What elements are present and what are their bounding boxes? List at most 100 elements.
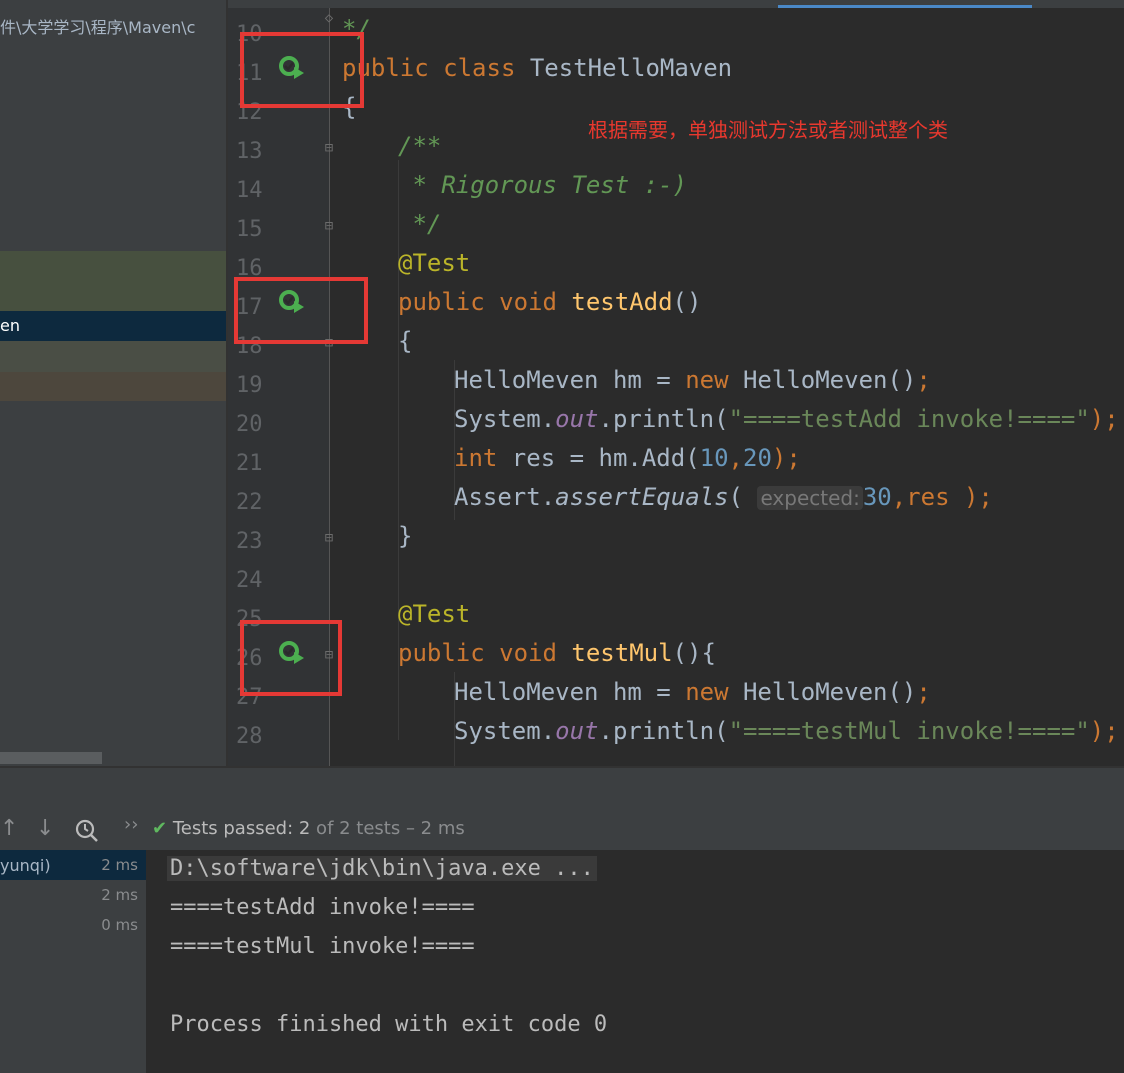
code-line[interactable]: @Test [398, 248, 470, 278]
code-line[interactable]: HelloMeven hm = new HelloMeven(); [454, 365, 931, 395]
test-duration: 2 ms [101, 886, 138, 904]
code-line[interactable]: System.out.println("====testAdd invoke!=… [454, 404, 1119, 434]
code-line[interactable]: * Rigorous Test :-) [398, 170, 687, 200]
project-path: 件\大学学习\程序\Maven\c [0, 18, 196, 37]
fold-marker-icon[interactable]: ⊟ [322, 140, 336, 156]
fold-marker-icon[interactable]: ◇ [322, 10, 336, 26]
test-duration: 2 ms [101, 856, 138, 874]
console-line: ====testMul invoke!==== [170, 934, 475, 959]
fold-marker-icon[interactable]: ⊟ [322, 218, 336, 234]
code-token: (){ [672, 639, 716, 667]
keyword: int [454, 444, 512, 472]
line-number: 24 [236, 568, 263, 593]
keyword: public class [342, 54, 530, 82]
code-token: ); [1089, 405, 1119, 433]
code-token: HelloMeven hm = [454, 678, 686, 706]
code-token: .println( [598, 717, 729, 745]
status-detail: of 2 tests – 2 ms [310, 818, 465, 839]
fold-marker-icon[interactable]: ⊟ [322, 530, 336, 546]
test-row[interactable]: 2 ms [0, 880, 146, 910]
check-icon: ✔ [152, 818, 168, 839]
code-token: , [728, 444, 743, 472]
code-line[interactable]: System.out.println("====testMul invoke!=… [454, 716, 1119, 746]
code-token: res = hm.Add( [511, 444, 700, 472]
method-name: assertEquals [555, 483, 729, 511]
code-line[interactable]: Assert.assertEquals( expected: 30,res ); [454, 482, 993, 513]
clock-search-icon[interactable] [74, 818, 100, 844]
tree-row[interactable] [0, 372, 228, 401]
number-literal: 20 [743, 444, 772, 472]
code-line[interactable]: { [398, 326, 412, 356]
code-token: HelloMeven() [742, 366, 917, 394]
tree-item-label[interactable]: en [0, 316, 20, 335]
project-panel: 件\大学学习\程序\Maven\c en [0, 0, 228, 766]
code-line[interactable]: HelloMeven hm = new HelloMeven(); [454, 677, 931, 707]
run-tool-window: ↑ ↓ ›› ✔ Tests passed: 2 of 2 tests – 2 … [0, 766, 1124, 1073]
line-number: 14 [236, 178, 263, 203]
line-number: 20 [236, 412, 263, 437]
tree-row[interactable] [0, 251, 228, 311]
passed-count: 2 [298, 818, 311, 839]
code-token: System. [454, 405, 556, 433]
code-token: ); [771, 444, 801, 472]
test-duration: 0 ms [101, 916, 138, 934]
console-line: Process finished with exit code 0 [170, 1012, 608, 1037]
code-token: ; [916, 678, 931, 706]
line-number: 22 [236, 490, 263, 515]
line-number: 23 [236, 529, 263, 554]
field-name: out [555, 717, 599, 745]
line-number: 13 [236, 139, 263, 164]
tool-window-border[interactable] [0, 766, 1124, 768]
test-row[interactable]: yunqi) 2 ms [0, 850, 146, 880]
test-name: yunqi) [0, 856, 51, 875]
code-token: () [672, 288, 702, 316]
method-name: testMul [571, 639, 673, 667]
arrow-up-icon[interactable]: ↑ [0, 816, 18, 841]
highlight-box [234, 277, 368, 344]
active-tab-indicator [778, 5, 1032, 8]
code-line[interactable]: } [398, 521, 412, 551]
number-literal: 30 [862, 483, 892, 511]
console-command-line[interactable]: D:\software\jdk\bin\java.exe ... [167, 856, 597, 881]
parameter-hint: expected: [757, 486, 863, 510]
code-token: ,res ); [891, 483, 993, 511]
tree-row[interactable] [0, 341, 228, 372]
class-name: TestHelloMaven [529, 54, 733, 82]
string-literal: "====testMul invoke!====" [728, 717, 1090, 745]
test-row[interactable]: 0 ms [0, 910, 146, 940]
code-token: System. [454, 717, 556, 745]
test-results-tree: yunqi) 2 ms 2 ms 0 ms [0, 850, 146, 1073]
horizontal-scrollbar[interactable] [0, 752, 102, 764]
number-literal: 10 [699, 444, 729, 472]
code-line[interactable]: int res = hm.Add(10,20); [454, 443, 801, 473]
code-line[interactable]: public void testAdd() [398, 287, 701, 317]
highlight-box [240, 32, 364, 108]
tree-row-selected[interactable] [0, 311, 228, 341]
code-line[interactable]: /** [398, 131, 441, 161]
code-token: ); [1089, 717, 1119, 745]
code-token: ; [916, 366, 931, 394]
annotation-note: 根据需要，单独测试方法或者测试整个类 [588, 118, 948, 142]
keyword: new [685, 366, 743, 394]
code-line[interactable]: public void testMul(){ [398, 638, 716, 668]
code-line[interactable]: @Test [398, 599, 470, 629]
status-label: Tests passed: [172, 818, 299, 839]
console-output[interactable]: D:\software\jdk\bin\java.exe ... ====tes… [146, 850, 1124, 1073]
console-line: ====testAdd invoke!==== [170, 895, 475, 920]
string-literal: "====testAdd invoke!====" [728, 405, 1090, 433]
code-token: ( [728, 483, 758, 511]
arrow-down-icon[interactable]: ↓ [36, 816, 54, 841]
code-token: HelloMeven() [742, 678, 917, 706]
field-name: out [555, 405, 599, 433]
highlight-box [240, 620, 342, 696]
code-line[interactable]: */ [398, 209, 441, 239]
line-number: 19 [236, 373, 263, 398]
line-number: 28 [236, 724, 263, 749]
keyword: new [685, 678, 743, 706]
code-line[interactable]: public class TestHelloMaven [342, 53, 732, 83]
line-number: 15 [236, 217, 263, 242]
keyword: public void [398, 288, 572, 316]
method-name: testAdd [571, 288, 673, 316]
test-status-bar: ✔ Tests passed: 2 of 2 tests – 2 ms [152, 818, 465, 839]
more-actions-icon[interactable]: ›› [124, 814, 138, 835]
